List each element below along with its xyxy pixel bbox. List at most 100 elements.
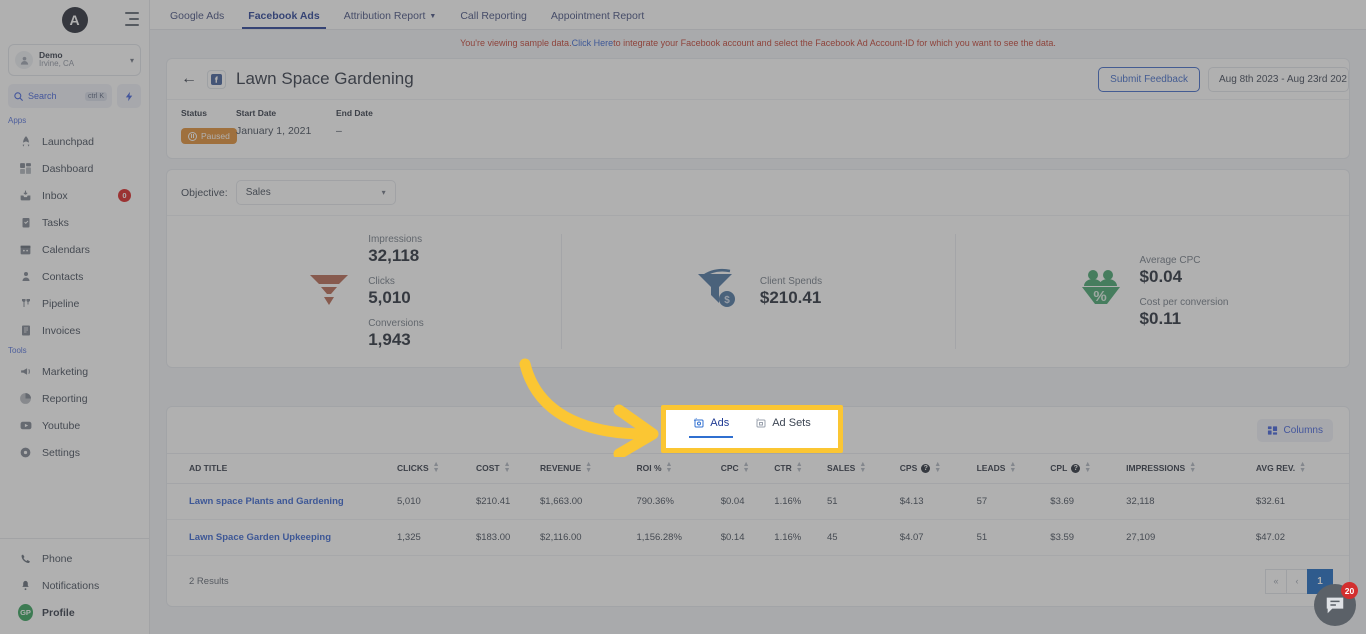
th-label: REVENUE [540,463,582,473]
th-cost[interactable]: COST ▲ ▼ [475,453,541,484]
th-leads[interactable]: LEADS ▲ ▼ [976,453,1051,484]
th-roi[interactable]: ROI % ▲ ▼ [636,453,721,484]
account-location: Irvine, CA [39,59,75,69]
chat-widget-button[interactable]: 20 [1314,582,1358,626]
tab-appointment-report[interactable]: Appointment Report [539,10,656,29]
metric-values: Average CPC $0.04 Cost per conversion $0… [1140,255,1229,329]
sort-icon[interactable]: ▲ ▼ [433,461,440,474]
th-label: CPS [899,463,918,473]
sidebar-collapse-icon[interactable] [125,12,141,26]
campaign-header-card: ← Lawn Space Gardening Submit Feedback A… [166,58,1350,159]
metric-value: 5,010 [368,287,411,307]
sidebar-item-settings[interactable]: Settings [0,439,149,466]
info-icon[interactable]: ? [921,463,931,473]
date-range-picker[interactable]: Aug 8th 2023 - Aug 23rd 202 [1208,67,1349,92]
sort-icon[interactable]: ▲ ▼ [859,461,866,474]
sidebar-item-label: Dashboard [42,162,94,175]
th-label: CPL [1050,463,1068,473]
sort-icon[interactable]: ▲ ▼ [1299,461,1306,474]
columns-button[interactable]: Columns [1256,418,1333,442]
table-header-row: AD TITLE CLICKS ▲ ▼ COST ▲ ▼ REVENUE ▲ ▼ ROI %… [167,453,1349,484]
sort-icon[interactable]: ▲ ▼ [1084,461,1091,474]
tab-ad-sets[interactable]: Ad Sets [755,417,811,438]
search-shortcut: ctrl K [85,91,107,101]
cell-revenue: $1,663.00 [540,483,637,520]
sidebar-footer: Phone Notifications GP Profile [0,538,149,634]
sidebar-item-phone[interactable]: Phone [0,545,149,572]
header-actions: Submit Feedback Aug 8th 2023 - Aug 23rd … [1098,67,1349,92]
youtube-icon [18,418,33,433]
th-cpc[interactable]: CPC ▲ ▼ [720,453,775,484]
sort-icon[interactable]: ▲ ▼ [934,461,941,474]
metric-label: Clicks [368,275,395,287]
cell-ad-title[interactable]: Lawn space Plants and Gardening [167,483,397,520]
metric-values: Impressions 32,118 Clicks 5,010 Conversi… [368,234,424,350]
sidebar-item-launchpad[interactable]: Launchpad [0,128,149,155]
sidebar-item-profile[interactable]: GP Profile [0,599,149,626]
tasks-icon [18,215,33,230]
start-date-value: January 1, 2021 [236,125,312,137]
pagination-first[interactable]: « [1265,568,1287,594]
avatar-initials: GP [18,604,33,621]
sidebar-item-tasks[interactable]: Tasks [0,209,149,236]
sidebar-item-marketing[interactable]: Marketing [0,358,149,385]
chat-bubble-icon [1326,597,1344,614]
tab-attribution-report[interactable]: Attribution Report ▼ [332,10,449,29]
sidebar-item-reporting[interactable]: Reporting [0,385,149,412]
th-avg-rev[interactable]: AVG REV. ▲ ▼ [1255,453,1349,484]
th-ctr[interactable]: CTR ▲ ▼ [774,453,827,484]
th-clicks[interactable]: CLICKS ▲ ▼ [397,453,476,484]
sort-icon[interactable]: ▲ ▼ [1009,461,1016,474]
info-icon[interactable]: ? [1071,463,1081,473]
search-input[interactable]: Search ctrl K [8,84,112,108]
sort-icon[interactable]: ▲ ▼ [796,461,803,474]
account-switcher[interactable]: Demo Irvine, CA ▾ [8,44,141,76]
sidebar-item-inbox[interactable]: Inbox 0 [0,182,149,209]
cell-ad-title[interactable]: Lawn Space Garden Upkeeping [167,519,397,556]
tab-ads[interactable]: Ads [689,417,734,438]
main-content: Google Ads Facebook Ads Attribution Repo… [150,0,1366,634]
notice-link[interactable]: Click Here [572,38,614,48]
pagination-prev[interactable]: ‹ [1286,568,1308,594]
sidebar-item-dashboard[interactable]: Dashboard [0,155,149,182]
table-row[interactable]: Lawn space Plants and Gardening 5,010 $2… [167,483,1349,520]
submit-feedback-button[interactable]: Submit Feedback [1098,67,1200,92]
sort-icon[interactable]: ▲ ▼ [1189,461,1196,474]
pie-chart-icon [18,391,33,406]
table-row[interactable]: Lawn Space Garden Upkeeping 1,325 $183.0… [167,519,1349,556]
sidebar-item-youtube[interactable]: Youtube [0,412,149,439]
sample-data-notice: You're viewing sample data. Click Here t… [150,30,1366,56]
metric-value: $210.41 [759,287,822,307]
sidebar-item-pipeline[interactable]: Pipeline [0,290,149,317]
sort-icon[interactable]: ▲ ▼ [504,461,511,474]
sidebar-item-notifications[interactable]: Notifications [0,572,149,599]
sidebar-item-calendars[interactable]: Calendars [0,236,149,263]
sort-icon[interactable]: ▲ ▼ [585,461,592,474]
sidebar-item-invoices[interactable]: Invoices [0,317,149,344]
th-label: AD TITLE [189,463,228,473]
dashboard-icon [18,161,33,176]
sort-icon[interactable]: ▲ ▼ [743,461,750,474]
th-impressions[interactable]: IMPRESSIONS ▲ ▼ [1126,453,1256,484]
sidebar-item-label: Marketing [42,365,89,378]
cell-sales: 45 [826,519,900,556]
sidebar-item-contacts[interactable]: Contacts [0,263,149,290]
sidebar-item-label: Launchpad [42,135,94,148]
th-cps[interactable]: CPS? ▲ ▼ [899,453,977,484]
th-label: SALES [826,463,856,473]
metrics-row: Impressions 32,118 Clicks 5,010 Conversi… [167,215,1349,367]
tab-google-ads[interactable]: Google Ads [158,10,236,29]
sidebar-item-label: Contacts [42,270,84,283]
ad-sets-icon [756,417,766,428]
metric-card-funnel: Impressions 32,118 Clicks 5,010 Conversi… [167,216,561,367]
th-revenue[interactable]: REVENUE ▲ ▼ [540,453,637,484]
sort-icon[interactable]: ▲ ▼ [666,461,673,474]
tab-call-reporting[interactable]: Call Reporting [448,10,539,29]
back-arrow-icon[interactable]: ← [181,70,197,88]
th-sales[interactable]: SALES ▲ ▼ [826,453,900,484]
tab-facebook-ads[interactable]: Facebook Ads [236,10,331,29]
quick-actions-button[interactable] [117,84,141,108]
objective-select[interactable]: Sales ▾ [235,180,396,205]
th-label: CTR [774,463,792,473]
th-cpl[interactable]: CPL? ▲ ▼ [1050,453,1127,484]
